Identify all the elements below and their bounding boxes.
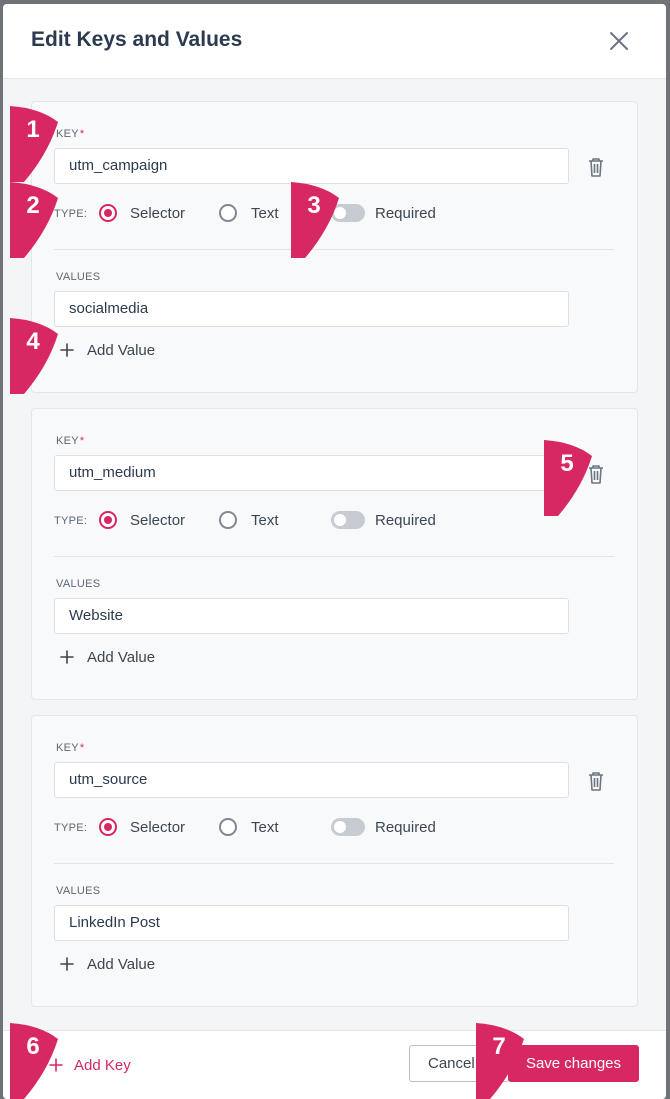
callout-badge-5: 5: [544, 440, 600, 516]
add-value-label: Add Value: [87, 956, 156, 973]
values-label: VALUES: [56, 271, 101, 283]
required-label: Required: [375, 819, 436, 836]
callout-badge-2: 2: [10, 182, 66, 258]
values-label: VALUES: [56, 885, 101, 897]
callout-badge-7: 7: [476, 1023, 532, 1099]
callout-badge-6: 6: [10, 1023, 66, 1099]
value-input[interactable]: socialmedia: [54, 291, 569, 327]
radio-text[interactable]: [219, 511, 237, 529]
callout-badge-4: 4: [10, 318, 66, 394]
add-value-label: Add Value: [87, 342, 156, 359]
close-button[interactable]: [606, 28, 632, 54]
trash-icon: [589, 158, 603, 177]
radio-selector[interactable]: [99, 818, 117, 836]
key-card-3: KEY* utm_source TYPE: Selector Text Requ…: [31, 715, 638, 1007]
key-input[interactable]: utm_campaign: [54, 148, 569, 184]
radio-selector[interactable]: [99, 204, 117, 222]
required-label: Required: [375, 205, 436, 222]
trash-icon: [589, 772, 603, 791]
add-value-label: Add Value: [87, 649, 156, 666]
required-toggle[interactable]: [331, 818, 365, 836]
modal-header: Edit Keys and Values: [3, 4, 666, 79]
values-label: VALUES: [56, 578, 101, 590]
value-input[interactable]: Website: [54, 598, 569, 634]
value-input[interactable]: LinkedIn Post: [54, 905, 569, 941]
plus-icon: [60, 650, 74, 664]
type-row: TYPE: Selector Text Required: [54, 817, 614, 839]
required-label: Required: [375, 512, 436, 529]
callout-badge-3: 3: [291, 182, 347, 258]
radio-selector-label: Selector: [130, 512, 186, 529]
key-input[interactable]: utm_medium: [54, 455, 569, 491]
radio-selector-label: Selector: [130, 819, 186, 836]
delete-key-button[interactable]: [586, 770, 606, 792]
callout-badge-1: 1: [10, 106, 66, 182]
modal-title: Edit Keys and Values: [31, 28, 243, 51]
required-toggle[interactable]: [331, 511, 365, 529]
edit-keys-modal: Edit Keys and Values KEY* utm_campaign T…: [3, 4, 666, 1099]
type-row: TYPE: Selector Text Required: [54, 510, 614, 532]
plus-icon: [60, 957, 74, 971]
delete-key-button[interactable]: [586, 156, 606, 178]
close-icon: [610, 32, 628, 50]
type-label: TYPE:: [54, 822, 88, 834]
key-label: KEY*: [56, 435, 85, 447]
radio-selector-label: Selector: [130, 205, 186, 222]
radio-text-label: Text: [251, 819, 279, 836]
add-key-label: Add Key: [74, 1057, 131, 1074]
radio-text-label: Text: [251, 512, 279, 529]
divider: [54, 556, 614, 557]
key-input[interactable]: utm_source: [54, 762, 569, 798]
key-label: KEY*: [56, 742, 85, 754]
type-label: TYPE:: [54, 515, 88, 527]
radio-selector[interactable]: [99, 511, 117, 529]
radio-text[interactable]: [219, 818, 237, 836]
radio-text[interactable]: [219, 204, 237, 222]
divider: [54, 863, 614, 864]
radio-text-label: Text: [251, 205, 279, 222]
modal-footer: Add Key Cancel Save changes: [3, 1030, 666, 1099]
